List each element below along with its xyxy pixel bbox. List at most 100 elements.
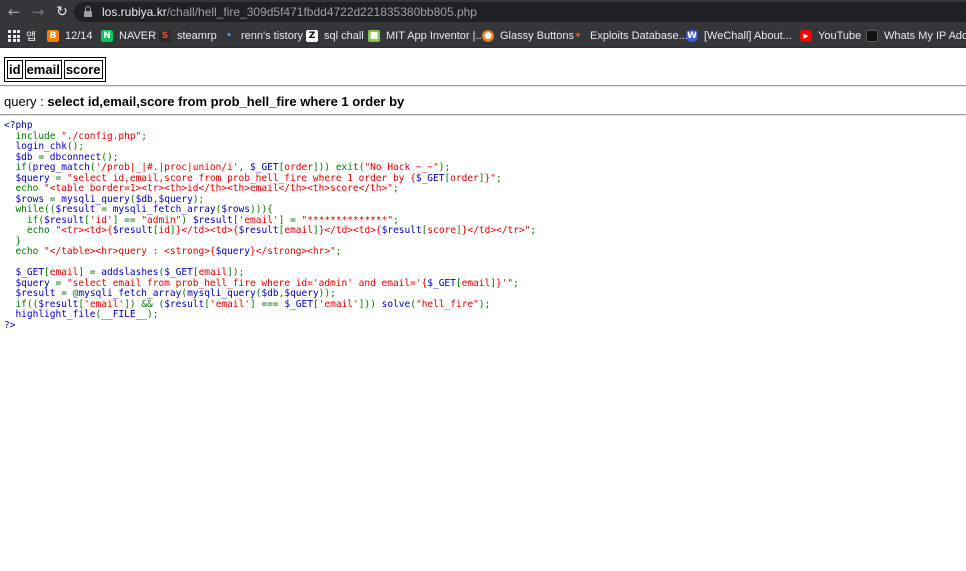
- code-token: echo: [4, 225, 56, 236]
- code-token: ;: [335, 246, 342, 257]
- code-token: $result: [112, 225, 153, 236]
- code-token: }'": [495, 277, 514, 289]
- code-token: "<tr><td>{: [55, 225, 113, 236]
- code-token: ] =: [278, 214, 302, 226]
- code-token: mysqli_fetch_array: [78, 288, 182, 299]
- code-token: $db: [135, 193, 153, 205]
- address-bar[interactable]: los.rubiya.kr/chall/hell_fire_309d5f471f…: [74, 2, 966, 22]
- code-token: 'email': [238, 214, 279, 226]
- code-token: "admin": [141, 214, 182, 226]
- bookmark-sql-chall[interactable]: Z sql chall: [306, 28, 364, 44]
- bookmark-label: NAVER: [119, 30, 157, 42]
- code-token: "select id,email,score from prob_hell_fi…: [66, 172, 416, 184]
- bookmark-label: [WeChall] About...: [704, 30, 792, 42]
- code-token: ;: [530, 225, 537, 236]
- bookmark-label: renn's tistory: [241, 30, 304, 42]
- code-token: '/prob|_|#.|proc|union/i': [95, 162, 239, 173]
- code-token: ?>: [4, 319, 16, 331]
- reload-icon[interactable]: ↻: [52, 2, 72, 22]
- code-token: =: [38, 151, 50, 163]
- bookmark-mit-app-inventor[interactable]: ■ MIT App Inventor |...: [368, 28, 485, 44]
- app-inventor-icon: ■: [368, 30, 380, 42]
- bookmark-label: sql chall: [324, 30, 364, 42]
- url-text[interactable]: los.rubiya.kr/chall/hell_fire_309d5f471f…: [102, 5, 477, 19]
- code-token: order: [450, 172, 479, 184]
- code-token: highlight_file: [4, 309, 96, 320]
- code-token: id: [158, 225, 170, 236]
- result-table: id email score: [4, 57, 106, 82]
- column-header-id: id: [7, 60, 23, 79]
- source-line: highlight_file(__FILE__);: [4, 309, 536, 321]
- exploit-db-icon: ✦: [574, 31, 582, 41]
- column-header-email: email: [24, 60, 62, 79]
- bookmark-12-14[interactable]: B 12/14: [47, 28, 93, 44]
- bookmark-glassy-buttons[interactable]: ● Glassy Buttons: [482, 28, 574, 44]
- code-token: "./config.php": [61, 130, 142, 142]
- bookmark-exploits-database[interactable]: ✦ Exploits Database...: [572, 28, 688, 44]
- back-arrow-icon[interactable]: ←: [4, 2, 24, 22]
- youtube-icon: ▶: [800, 30, 812, 42]
- bookmark-label: Exploits Database...: [590, 30, 688, 42]
- code-token: login_chk: [4, 141, 67, 152]
- bookmark-steamrp[interactable]: S steamrp: [159, 28, 217, 44]
- ip-icon: [866, 30, 878, 42]
- code-token: ;: [495, 172, 502, 184]
- wechall-icon: W: [686, 30, 698, 42]
- bookmark-naver[interactable]: N NAVER: [101, 28, 156, 44]
- blogger-icon: B: [47, 30, 59, 42]
- bookmark-apps[interactable]: 앱: [8, 28, 36, 44]
- bookmark-youtube[interactable]: ▶ YouTube: [800, 28, 861, 44]
- browser-toolbar: ← → ↻ los.rubiya.kr/chall/hell_fire_309d…: [0, 0, 966, 24]
- bookmark-label: steamrp: [177, 30, 217, 42]
- tistory-icon: •: [226, 31, 232, 41]
- code-token: <?php: [4, 120, 33, 131]
- code-token: $result: [38, 298, 79, 310]
- code-token: email: [49, 267, 79, 278]
- code-token: ;: [392, 183, 399, 194]
- code-token: "hell_fire": [415, 298, 479, 310]
- code-token: =: [55, 172, 67, 184]
- bookmark-wechall[interactable]: W [WeChall] About...: [686, 28, 792, 44]
- code-token: );: [438, 162, 451, 173]
- code-token: $result: [381, 225, 422, 236]
- code-token: while((: [4, 204, 56, 215]
- query-prefix: query :: [4, 94, 48, 109]
- code-token: if((: [4, 298, 39, 310]
- code-token: = @: [61, 288, 79, 299]
- code-token: }: [4, 235, 22, 247]
- glassy-icon: ●: [482, 30, 494, 42]
- code-token: $result: [55, 204, 102, 215]
- bookmark-whats-my-ip[interactable]: Whats My IP Addr...: [866, 28, 966, 44]
- code-token: }</td><td>{: [318, 225, 382, 236]
- lock-icon[interactable]: [84, 6, 92, 17]
- code-token: ;: [141, 130, 148, 142]
- code-token: ]);: [227, 267, 245, 278]
- code-token: =: [101, 204, 113, 215]
- column-header-score: score: [63, 60, 103, 79]
- divider: [0, 114, 966, 116]
- code-token: $rows: [221, 204, 250, 215]
- code-token: solve: [381, 298, 411, 310]
- steam-icon: S: [159, 30, 171, 42]
- apps-grid-icon: [8, 30, 20, 42]
- code-token: $_GET: [164, 267, 193, 278]
- code-token: }": [484, 172, 496, 184]
- code-token: __FILE__: [101, 309, 148, 320]
- code-token: ): [181, 214, 193, 226]
- source-line: echo "<tr><td>{$result[id]}</td><td>{$re…: [4, 225, 537, 237]
- code-token: ;: [513, 277, 519, 289]
- code-token: =: [55, 277, 67, 289]
- code-token: 'email': [209, 298, 251, 310]
- bookmark-label: Glassy Buttons: [500, 30, 574, 42]
- code-token: $query: [4, 172, 56, 184]
- code-token: $rows: [4, 193, 50, 205]
- naver-icon: N: [101, 30, 113, 42]
- bookmark-renns-tistory[interactable]: • renn's tistory: [223, 28, 303, 44]
- query-display: query : select id,email,score from prob_…: [4, 94, 404, 109]
- code-token: mysqli_query: [61, 193, 130, 205]
- bookmarks-bar: 앱 B 12/14 N NAVER S steamrp • renn's tis…: [0, 24, 966, 48]
- code-token: "**************": [301, 214, 394, 226]
- forward-arrow-icon[interactable]: →: [28, 2, 48, 22]
- code-token: include: [4, 130, 62, 142]
- bookmark-label: 앱: [26, 31, 37, 43]
